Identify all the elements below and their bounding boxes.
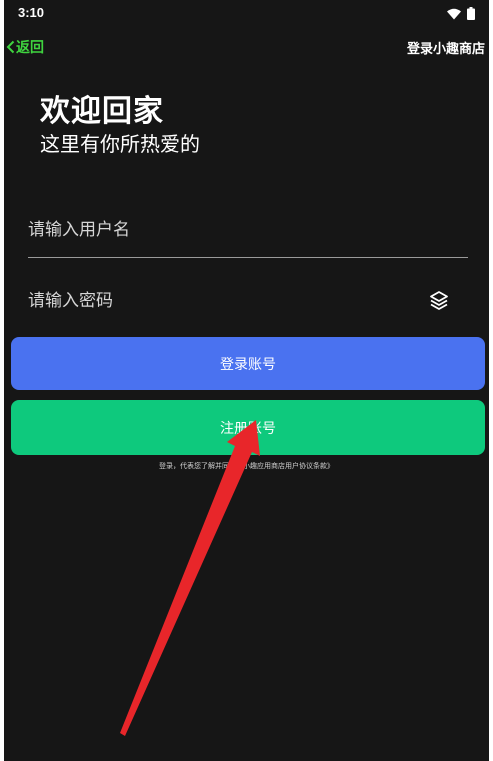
- welcome-title: 欢迎回家: [40, 94, 164, 129]
- status-time: 3:10: [18, 5, 45, 20]
- password-field-container: [28, 281, 468, 321]
- wifi-icon: [447, 8, 461, 20]
- back-label: 返回: [16, 40, 44, 56]
- register-button[interactable]: 注册账号: [11, 400, 485, 455]
- welcome-subtitle: 这里有你所热爱的: [40, 132, 200, 156]
- agreement-text[interactable]: 登录，代表您了解并同意《小趣应用商店用户协议条款》: [4, 461, 489, 471]
- status-bar: 3:10: [4, 0, 489, 28]
- status-icons: [447, 7, 475, 20]
- nav-bar: 返回 登录小趣商店: [4, 34, 489, 60]
- password-input[interactable]: [28, 281, 468, 321]
- username-input[interactable]: [28, 210, 468, 250]
- battery-icon: [467, 7, 475, 20]
- login-button-label: 登录账号: [220, 356, 276, 373]
- chevron-left-icon: [6, 40, 16, 54]
- register-button-label: 注册账号: [220, 420, 276, 437]
- page-title: 登录小趣商店: [406, 42, 485, 57]
- password-visibility-icon[interactable]: [428, 290, 450, 312]
- login-screen: 3:10 返回 登录小趣商店 欢迎回家 这里有你所热爱的 请输入用户名 登录账号…: [4, 0, 489, 761]
- username-underline: [28, 257, 468, 258]
- back-button[interactable]: 返回: [6, 37, 44, 57]
- login-button[interactable]: 登录账号: [11, 337, 485, 390]
- username-field-container: [28, 210, 468, 250]
